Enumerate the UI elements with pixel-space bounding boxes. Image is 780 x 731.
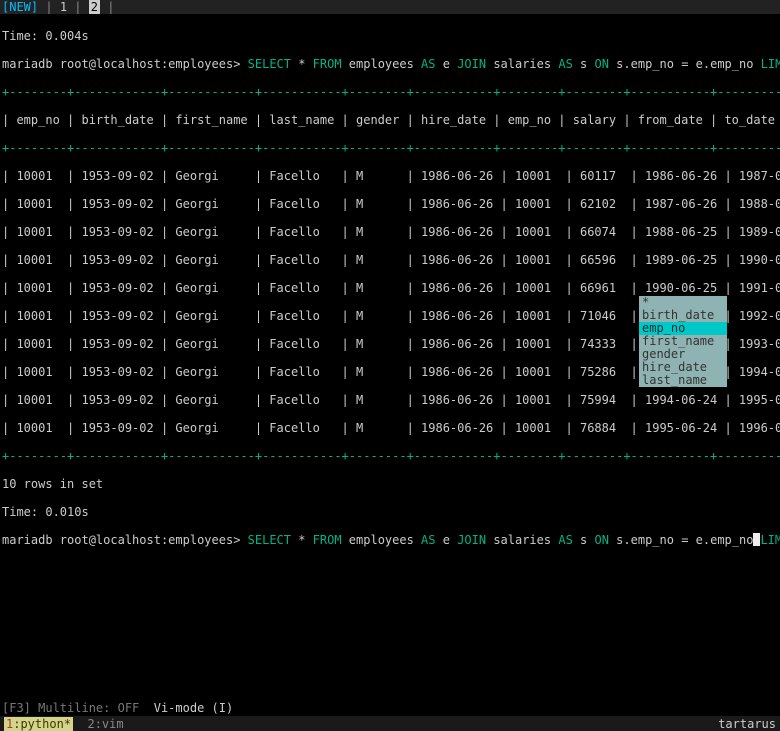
tab-2-active[interactable]: 2	[89, 0, 100, 14]
kw-as2: AS	[558, 57, 580, 71]
kw-limit2: LIMIT	[760, 533, 780, 547]
kw-on: ON	[594, 57, 616, 71]
tok-salaries: salaries	[493, 57, 558, 71]
table-row: | 10001 | 1953-09-02 | Georgi | Facello …	[2, 169, 778, 183]
tok-salaries2: salaries	[493, 533, 558, 547]
kw-from2: FROM	[313, 533, 349, 547]
tok-star2: *	[298, 533, 312, 547]
tab-sep-1: |	[38, 0, 60, 14]
table-hr-bot: +--------+------------+------------+----…	[2, 449, 778, 463]
rows-in-set: 10 rows in set	[2, 477, 778, 491]
table-row: | 10001 | 1953-09-02 | Georgi | Facello …	[2, 281, 778, 295]
help-multiline: [F3] Multiline: OFF	[2, 701, 154, 715]
kw-select2: SELECT	[240, 533, 298, 547]
autocomplete-popup[interactable]: * birth_date emp_no first_name gender hi…	[639, 296, 727, 387]
tok-e: e	[443, 57, 457, 71]
tok-e2: e	[443, 533, 457, 547]
timing-1: Time: 0.004s	[2, 29, 778, 43]
tmux-hostname: tartarus	[718, 717, 776, 731]
prompt-2[interactable]: mariadb root@localhost:employees> SELECT…	[2, 533, 778, 547]
table-hr-top: +--------+------------+------------+----…	[2, 85, 778, 99]
tmux-sep	[73, 717, 87, 731]
tmux-window-1-active[interactable]: 1:python*	[4, 717, 73, 731]
kw-as3: AS	[421, 533, 443, 547]
tab-sep-3: |	[100, 0, 122, 14]
kw-from: FROM	[313, 57, 349, 71]
kw-join: JOIN	[457, 57, 493, 71]
prompt-1: mariadb root@localhost:employees> SELECT…	[2, 57, 778, 71]
table-row: | 10001 | 1953-09-02 | Georgi | Facello …	[2, 197, 778, 211]
table-header: | emp_no | birth_date | first_name | las…	[2, 113, 778, 127]
tok-employees2: employees	[349, 533, 421, 547]
tok-employees: employees	[349, 57, 421, 71]
terminal-output[interactable]: Time: 0.004s mariadb root@localhost:empl…	[0, 14, 780, 561]
tab-sep-2: |	[67, 0, 89, 14]
tmux-status-bar: 1:python* 2:vim tartarus	[0, 716, 780, 731]
help-vimode: Vi-mode (I)	[154, 701, 233, 715]
tok-star: *	[298, 57, 312, 71]
table-row: | 10001 | 1953-09-02 | Georgi | Facello …	[2, 421, 778, 435]
tmux-window-2[interactable]: 2:vim	[87, 717, 123, 731]
tok-cond: s.emp_no = e.emp_no	[616, 57, 761, 71]
tok-s2: s	[580, 533, 594, 547]
help-line: [F3] Multiline: OFF Vi-mode (I)	[2, 701, 233, 715]
tmux-window-1-name: :python*	[13, 717, 71, 731]
table-row: | 10001 | 1953-09-02 | Georgi | Facello …	[2, 393, 778, 407]
pane-tabbar: [NEW] | 1 | 2 |	[0, 0, 780, 14]
timing-2: Time: 0.010s	[2, 505, 778, 519]
table-row: | 10001 | 1953-09-02 | Georgi | Facello …	[2, 225, 778, 239]
table-row: | 10001 | 1953-09-02 | Georgi | Facello …	[2, 253, 778, 267]
kw-on2: ON	[594, 533, 616, 547]
tmux-windows: 1:python* 2:vim	[4, 717, 124, 731]
kw-select: SELECT	[240, 57, 298, 71]
prompt-2-text: mariadb root@localhost:employees>	[2, 533, 240, 547]
kw-limit: LIMIT	[761, 57, 780, 71]
kw-as4: AS	[558, 533, 580, 547]
tab-1[interactable]: 1	[60, 0, 67, 14]
autocomplete-item[interactable]: last_name	[639, 374, 727, 387]
tab-new[interactable]: [NEW]	[2, 0, 38, 14]
kw-join2: JOIN	[457, 533, 493, 547]
tok-s: s	[580, 57, 594, 71]
table-hr-mid: +--------+------------+------------+----…	[2, 141, 778, 155]
kw-as: AS	[421, 57, 443, 71]
tok-cond2: s.emp_no = e.emp_no	[616, 533, 753, 547]
prompt-1-text: mariadb root@localhost:employees>	[2, 57, 240, 71]
